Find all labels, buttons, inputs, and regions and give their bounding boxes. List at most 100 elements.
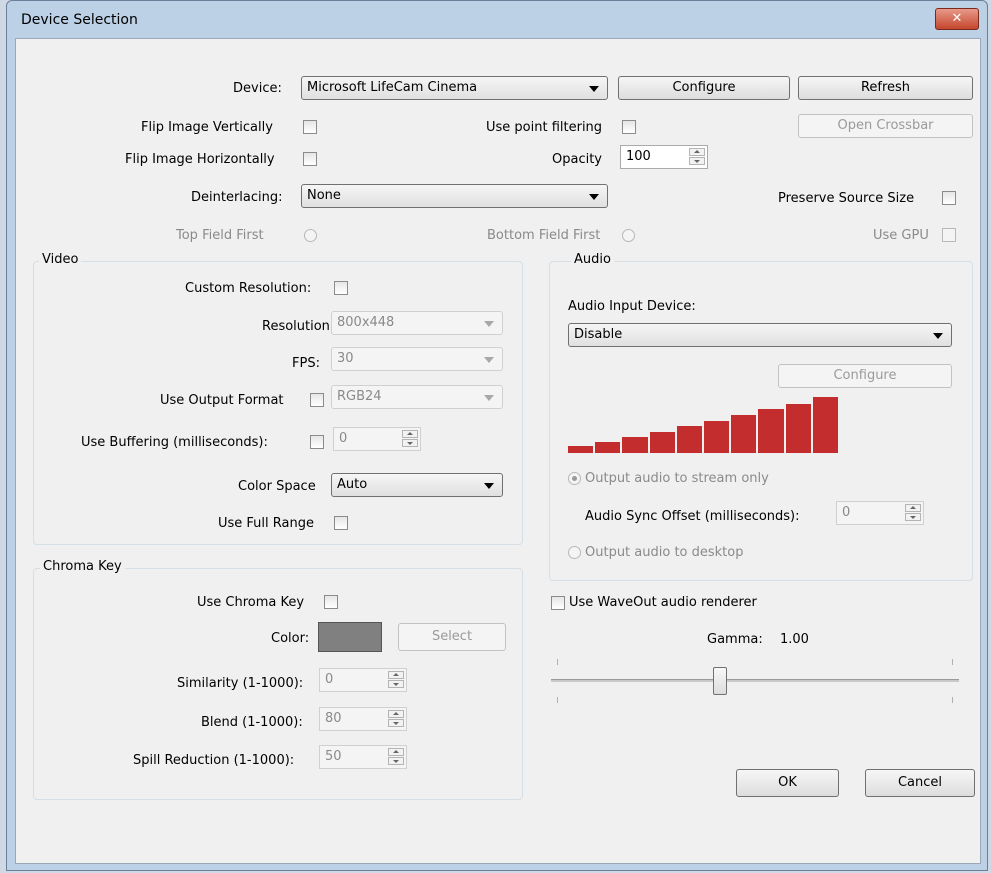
use-buffering-checkbox[interactable] bbox=[310, 435, 324, 449]
spin-up-icon[interactable] bbox=[402, 430, 418, 438]
flip-horizontal-checkbox[interactable] bbox=[303, 152, 317, 166]
spin-down-icon[interactable] bbox=[402, 439, 418, 447]
gamma-tick-right bbox=[952, 659, 953, 665]
spin-up-icon[interactable] bbox=[689, 148, 705, 156]
output-format-dropdown[interactable]: RGB24 bbox=[331, 385, 503, 409]
chevron-down-icon bbox=[484, 395, 494, 401]
bottom-field-first-radio[interactable] bbox=[622, 229, 635, 242]
gamma-slider[interactable] bbox=[551, 659, 959, 703]
opacity-value: 100 bbox=[626, 149, 651, 164]
buffering-spinner[interactable]: 0 bbox=[333, 427, 421, 451]
device-label: Device: bbox=[233, 81, 282, 96]
open-crossbar-button[interactable]: Open Crossbar bbox=[798, 114, 973, 138]
dialog-client-area: Device: Microsoft LifeCam Cinema Configu… bbox=[15, 38, 981, 864]
fps-label: FPS: bbox=[292, 356, 320, 371]
refresh-button[interactable]: Refresh bbox=[798, 76, 973, 100]
configure-device-button[interactable]: Configure bbox=[618, 76, 790, 100]
color-space-dropdown[interactable]: Auto bbox=[331, 473, 503, 497]
audio-meter-bar bbox=[785, 404, 811, 453]
blend-spinner[interactable]: 80 bbox=[319, 707, 407, 731]
blend-value: 80 bbox=[325, 711, 342, 726]
device-dropdown[interactable]: Microsoft LifeCam Cinema bbox=[301, 76, 608, 100]
use-gpu-checkbox[interactable] bbox=[942, 228, 956, 242]
spin-down-icon[interactable] bbox=[689, 157, 705, 165]
opacity-spinner[interactable]: 100 bbox=[620, 145, 708, 169]
use-gpu-label: Use GPU bbox=[873, 228, 929, 243]
audio-sync-offset-spinner[interactable]: 0 bbox=[836, 501, 924, 525]
gamma-tick-left-bottom bbox=[557, 697, 558, 703]
output-desktop-label: Output audio to desktop bbox=[585, 545, 744, 560]
use-output-format-checkbox[interactable] bbox=[310, 393, 324, 407]
similarity-spinner[interactable]: 0 bbox=[319, 668, 407, 692]
spin-up-icon[interactable] bbox=[388, 671, 404, 679]
chroma-color-swatch[interactable] bbox=[318, 622, 382, 652]
spin-up-icon[interactable] bbox=[388, 748, 404, 756]
spin-down-icon[interactable] bbox=[905, 513, 921, 521]
spin-down-icon[interactable] bbox=[388, 757, 404, 765]
preserve-source-size-label: Preserve Source Size bbox=[778, 191, 915, 206]
use-point-filtering-label: Use point filtering bbox=[486, 120, 603, 135]
use-full-range-label: Use Full Range bbox=[218, 516, 314, 531]
ok-button[interactable]: OK bbox=[736, 769, 839, 797]
audio-meter-bar bbox=[812, 397, 838, 453]
audio-configure-button[interactable]: Configure bbox=[778, 364, 952, 388]
similarity-value: 0 bbox=[325, 672, 334, 687]
chevron-down-icon bbox=[484, 357, 494, 363]
cancel-button[interactable]: Cancel bbox=[865, 769, 975, 797]
audio-meter-bar bbox=[568, 446, 594, 453]
color-space-label: Color Space bbox=[238, 479, 316, 494]
spin-up-icon[interactable] bbox=[905, 504, 921, 512]
output-stream-only-label: Output audio to stream only bbox=[585, 471, 769, 486]
video-group-title: Video bbox=[39, 252, 82, 267]
chroma-select-button[interactable]: Select bbox=[398, 623, 506, 651]
audio-level-meter bbox=[568, 397, 838, 453]
flip-vertical-checkbox[interactable] bbox=[303, 120, 317, 134]
color-space-value: Auto bbox=[337, 477, 368, 492]
output-desktop-radio[interactable] bbox=[568, 546, 581, 559]
resolution-dropdown[interactable]: 800x448 bbox=[331, 311, 503, 335]
use-output-format-label: Use Output Format bbox=[160, 393, 284, 408]
flip-vertical-label: Flip Image Vertically bbox=[141, 120, 273, 135]
close-button[interactable]: ✕ bbox=[935, 8, 979, 30]
use-chroma-key-label: Use Chroma Key bbox=[197, 595, 305, 610]
blend-label: Blend (1-1000): bbox=[201, 715, 303, 730]
fps-dropdown[interactable]: 30 bbox=[331, 347, 503, 371]
audio-meter-bar bbox=[676, 426, 702, 453]
output-stream-only-radio[interactable] bbox=[568, 472, 581, 485]
deinterlacing-dropdown[interactable]: None bbox=[301, 184, 608, 208]
buffering-value: 0 bbox=[339, 431, 348, 446]
resolution-label: Resolution bbox=[262, 319, 330, 334]
preserve-source-size-checkbox[interactable] bbox=[942, 191, 956, 205]
use-full-range-checkbox[interactable] bbox=[334, 516, 348, 530]
gamma-value: 1.00 bbox=[780, 632, 809, 647]
device-selection-window: Device Selection ✕ Device: Microsoft Lif… bbox=[6, 0, 988, 871]
title-bar[interactable]: Device Selection ✕ bbox=[7, 1, 987, 37]
audio-meter-bar bbox=[704, 421, 730, 453]
opacity-label: Opacity bbox=[552, 152, 603, 167]
spin-up-icon[interactable] bbox=[388, 710, 404, 718]
window-title: Device Selection bbox=[21, 12, 138, 28]
custom-resolution-checkbox[interactable] bbox=[334, 281, 348, 295]
audio-meter-bar bbox=[649, 432, 675, 453]
use-waveout-checkbox[interactable] bbox=[551, 596, 565, 610]
gamma-tick-left bbox=[557, 659, 558, 665]
use-chroma-key-checkbox[interactable] bbox=[324, 595, 338, 609]
audio-sync-offset-label: Audio Sync Offset (milliseconds): bbox=[585, 509, 800, 524]
audio-meter-bar bbox=[758, 409, 784, 453]
chevron-down-icon bbox=[484, 483, 494, 489]
top-field-first-radio[interactable] bbox=[304, 229, 317, 242]
custom-resolution-label: Custom Resolution: bbox=[185, 281, 312, 296]
spin-down-icon[interactable] bbox=[388, 680, 404, 688]
chevron-down-icon bbox=[933, 333, 943, 339]
audio-input-device-dropdown[interactable]: Disable bbox=[568, 323, 952, 347]
audio-input-device-label: Audio Input Device: bbox=[568, 299, 696, 314]
spill-reduction-spinner[interactable]: 50 bbox=[319, 745, 407, 769]
use-buffering-label: Use Buffering (milliseconds): bbox=[81, 435, 268, 450]
use-point-filtering-checkbox[interactable] bbox=[622, 120, 636, 134]
chevron-down-icon bbox=[484, 321, 494, 327]
spin-down-icon[interactable] bbox=[388, 719, 404, 727]
gamma-label: Gamma: bbox=[707, 632, 763, 647]
resolution-value: 800x448 bbox=[337, 315, 395, 330]
fps-value: 30 bbox=[337, 351, 354, 366]
gamma-slider-thumb[interactable] bbox=[713, 667, 727, 695]
